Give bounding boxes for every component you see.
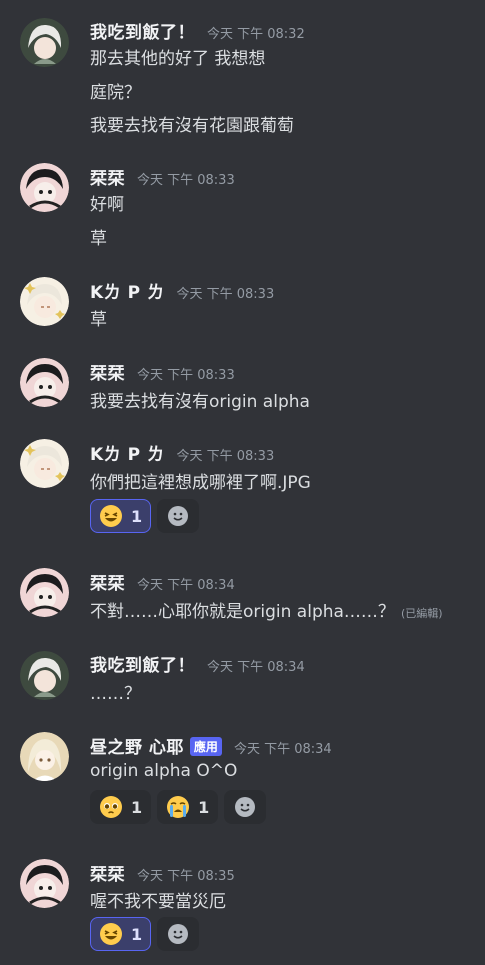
add-reaction-icon — [168, 924, 189, 944]
timestamp: 今天 下午 08:34 — [207, 660, 305, 675]
add-reaction-icon — [235, 797, 256, 817]
message-text: 我要去找有沒有花園跟葡萄 — [90, 116, 294, 136]
avatar[interactable] — [20, 732, 69, 781]
avatar[interactable] — [20, 651, 69, 700]
reaction-pleading-face[interactable]: 1 — [90, 790, 152, 824]
message-text: 庭院？ — [90, 83, 141, 103]
username[interactable]: 栞栞 — [90, 569, 125, 594]
reaction-laughing[interactable]: 1 — [90, 917, 152, 951]
avatar[interactable] — [20, 358, 69, 407]
timestamp: 今天 下午 08:32 — [207, 27, 305, 42]
laughing-emoji-icon — [100, 923, 122, 945]
message-text: 草 — [90, 229, 107, 249]
timestamp: 今天 下午 08:33 — [176, 449, 275, 464]
username[interactable]: 昼之野 心耶 — [90, 733, 184, 758]
add-reaction-button[interactable] — [224, 790, 267, 824]
timestamp: 今天 下午 08:33 — [137, 368, 235, 383]
laughing-emoji-icon — [100, 505, 122, 527]
timestamp: 今天 下午 08:34 — [137, 578, 235, 593]
timestamp: 今天 下午 08:34 — [233, 742, 332, 757]
add-reaction-icon — [168, 506, 189, 526]
username[interactable]: 我吃到飯了！ — [90, 651, 195, 676]
timestamp: 今天 下午 08:33 — [176, 287, 275, 302]
pleading-face-emoji-icon — [100, 796, 122, 818]
avatar[interactable] — [20, 18, 69, 67]
message-feed: 我吃到飯了！ 今天 下午 08:32 那去其他的好了 我想想 庭院？ 我要去找有… — [0, 0, 485, 965]
reaction-count: 1 — [131, 924, 143, 944]
reaction-count: 1 — [131, 506, 143, 526]
app-tag-badge: 應用 — [189, 737, 222, 756]
username[interactable]: 栞栞 — [90, 164, 125, 189]
timestamp: 今天 下午 08:35 — [137, 869, 235, 884]
message-text: 喔不我不要當災厄 — [90, 892, 226, 912]
message-text: 你們把這裡想成哪裡了啊.JPG — [90, 473, 311, 493]
timestamp: 今天 下午 08:33 — [137, 173, 235, 188]
reaction-bar: 1 — [90, 917, 200, 951]
avatar[interactable] — [20, 568, 69, 617]
reaction-crying-face[interactable]: 1 — [157, 790, 219, 824]
message-text: 我要去找有沒有origin alpha — [90, 392, 310, 412]
username[interactable]: 栞栞 — [90, 359, 125, 384]
avatar[interactable] — [20, 277, 69, 326]
crying-face-emoji-icon — [167, 796, 190, 818]
reaction-bar: 1 1 — [90, 790, 267, 824]
username[interactable]: Kㄌ P ㄌ — [90, 278, 164, 303]
avatar[interactable] — [20, 859, 69, 908]
username[interactable]: 栞栞 — [90, 860, 125, 885]
add-reaction-button[interactable] — [157, 499, 200, 533]
username[interactable]: Kㄌ P ㄌ — [90, 440, 164, 465]
message-text: origin alpha O^O — [90, 761, 238, 781]
message-text: ……？ — [90, 684, 141, 704]
message-body: 不對……心耶你就是origin alpha……？ — [90, 602, 395, 622]
message-text: 好啊 — [90, 195, 124, 215]
reaction-count: 1 — [198, 797, 210, 817]
avatar[interactable] — [20, 439, 69, 488]
reaction-bar: 1 — [90, 499, 200, 533]
message-text: 草 — [90, 310, 107, 330]
add-reaction-button[interactable] — [157, 917, 200, 951]
edited-indicator: (已編輯) — [400, 607, 443, 620]
message-text: 那去其他的好了 我想想 — [90, 49, 266, 69]
reaction-laughing[interactable]: 1 — [90, 499, 152, 533]
username[interactable]: 我吃到飯了！ — [90, 18, 195, 43]
reaction-count: 1 — [131, 797, 143, 817]
message-text: 不對……心耶你就是origin alpha……？ (已編輯) — [90, 597, 443, 622]
avatar[interactable] — [20, 163, 69, 212]
